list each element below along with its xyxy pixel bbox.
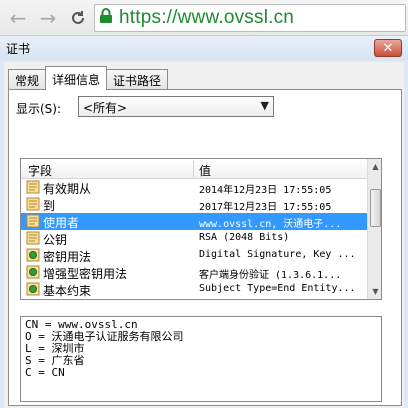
list-item[interactable]: 公钥 RSA (2048 Bits)	[21, 230, 367, 247]
show-label: 显示(S):	[16, 102, 62, 116]
column-header-value[interactable]: 值	[199, 162, 211, 179]
row-field-value: 客户端身份验证 (1.3.6.1...	[199, 270, 342, 281]
list-item[interactable]: 到 2017年12月23日 17:55:05	[21, 196, 367, 213]
back-arrow-icon[interactable]: ←	[6, 6, 30, 30]
detail-line: C = CN	[25, 366, 65, 379]
reload-icon[interactable]	[66, 6, 90, 30]
chevron-down-icon: ▼	[260, 99, 269, 112]
row-field-value: RSA (2048 Bits)	[199, 232, 290, 243]
scroll-thumb[interactable]	[370, 189, 381, 227]
scroll-down-icon[interactable]: ▼	[368, 284, 381, 299]
tab-details[interactable]: 详细信息	[45, 66, 108, 90]
list-item[interactable]: 增强型密钥用法 客户端身份验证 (1.3.6.1...	[21, 264, 367, 281]
row-field-name: 使用者	[43, 216, 80, 230]
tab-strip: 常规 详细信息 证书路径	[8, 66, 169, 90]
tab-general[interactable]: 常规	[8, 69, 47, 90]
column-header-field[interactable]: 字段	[28, 162, 52, 179]
row-field-value: Subject Type=End Entity...	[199, 283, 356, 294]
lock-icon	[99, 8, 113, 28]
cert-extension-icon	[26, 248, 40, 262]
cert-field-icon	[26, 197, 40, 211]
scroll-up-icon[interactable]: ▲	[368, 159, 381, 174]
column-divider[interactable]	[193, 161, 194, 177]
row-field-value: Digital Signature, Key ...	[199, 249, 356, 260]
forward-arrow-icon[interactable]: →	[36, 6, 60, 30]
list-item[interactable]: 有效期从 2014年12月23日 17:55:05	[21, 179, 367, 196]
cert-field-icon	[26, 231, 40, 245]
row-field-name: 增强型密钥用法	[43, 267, 128, 281]
row-field-name: 有效期从	[43, 182, 92, 196]
row-field-name: 密钥用法	[43, 250, 92, 264]
list-item[interactable]: 密钥用法 Digital Signature, Key ...	[21, 247, 367, 264]
row-field-value: 2017年12月23日 17:55:05	[199, 202, 332, 213]
close-icon: ✕	[382, 40, 394, 56]
dialog-titlebar: 证书 ✕	[0, 36, 408, 60]
tab-cert-path[interactable]: 证书路径	[106, 69, 169, 90]
show-dropdown-value: <所有>	[83, 101, 128, 115]
address-bar[interactable]: https://www.ovssl.cn	[94, 4, 406, 32]
dialog-client-area: 常规 详细信息 证书路径 显示(S): <所有> ▼ 字段 值 有效期从 201…	[4, 62, 404, 408]
url-text: https://www.ovssl.cn	[119, 7, 295, 28]
list-item-selected[interactable]: 使用者 www.ovssl.cn, 沃通电子...	[21, 213, 367, 230]
row-field-value: 2014年12月23日 17:55:05	[199, 185, 332, 196]
row-field-name: 到	[43, 199, 56, 213]
list-header: 字段 值	[21, 159, 367, 179]
list-scrollbar[interactable]: ▲ ▼	[367, 159, 381, 299]
list-item[interactable]: 基本约束 Subject Type=End Entity...	[21, 281, 367, 298]
cert-field-icon	[26, 214, 40, 228]
certificate-dialog: 证书 ✕ 常规 详细信息 证书路径 显示(S): <所有> ▼ 字段 值 有效期…	[0, 36, 408, 408]
row-field-value: www.ovssl.cn, 沃通电子...	[199, 219, 342, 230]
browser-toolbar: ← → https://www.ovssl.cn	[0, 0, 408, 36]
dialog-title: 证书	[6, 42, 31, 56]
row-field-name: 公钥	[43, 233, 68, 247]
row-field-name: 基本约束	[43, 284, 92, 298]
cert-extension-icon	[26, 265, 40, 279]
field-list[interactable]: 字段 值 有效期从 2014年12月23日 17:55:05 到 2017年12…	[20, 158, 382, 300]
close-button[interactable]: ✕	[374, 39, 402, 57]
show-dropdown[interactable]: <所有> ▼	[78, 96, 274, 117]
cert-field-icon	[26, 180, 40, 194]
detail-line: S = 广东省	[25, 354, 85, 367]
field-detail-textbox[interactable]: CN = www.ovssl.cn O = 沃通电子认证服务有限公司 L = 深…	[20, 316, 382, 402]
cert-extension-icon	[26, 282, 40, 296]
